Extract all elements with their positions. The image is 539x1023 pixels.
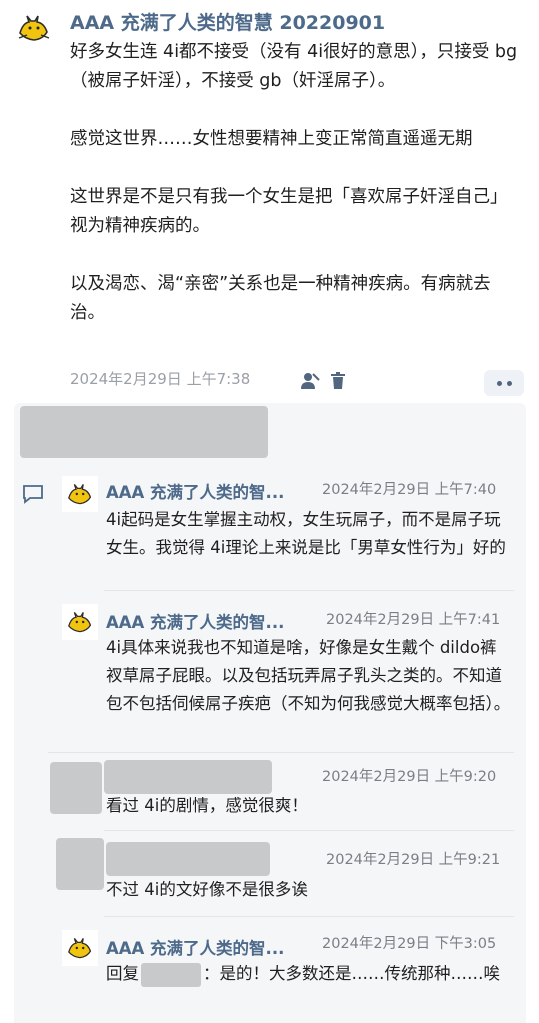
redacted-author (104, 760, 272, 794)
cat-avatar-icon (68, 484, 92, 505)
redacted-avatar (56, 838, 104, 890)
post-body: 好多女生连 4i都不接受（没有 4i很好的意思），只接受 bg（被屌子奸淫），不… (70, 38, 520, 357)
comment-time: 2024年2月29日 上午7:40 (322, 482, 497, 498)
reply-text: ：是的！大多数还是……传统那种……唉 (203, 964, 500, 983)
comment-time: 2024年2月29日 上午7:41 (326, 612, 501, 628)
comment-text: 4i具体来说我也不知道是啥，好像是女生戴个 dildo裤衩草屌子屁眼。以及包括玩… (106, 638, 511, 713)
comment-text: 看过 4i的剧情，感觉很爽！ (106, 796, 308, 815)
user-icon[interactable] (300, 372, 320, 390)
comment-time: 2024年2月29日 上午9:20 (322, 769, 497, 785)
post-actions (300, 372, 346, 390)
avatar[interactable] (62, 930, 98, 966)
trash-icon[interactable] (330, 372, 346, 390)
divider (48, 752, 514, 753)
post-paragraph: 以及渴恋、渴“亲密”关系也是一种精神疾病。有病就去治。 (70, 274, 491, 323)
comment-time: 2024年2月29日 下午3:05 (322, 936, 497, 952)
avatar[interactable] (16, 10, 52, 46)
comment-text: 4i起码是女生掌握主动权，女生玩屌子，而不是屌子玩女生。我觉得 4i理论上来说是… (106, 510, 506, 557)
redacted-avatar (50, 762, 102, 814)
post-paragraph: 好多女生连 4i都不接受（没有 4i很好的意思），只接受 bg（被屌子奸淫），不… (70, 42, 518, 91)
redacted-block (20, 406, 268, 458)
comment-text: 回复 ：是的！大多数还是……传统那种……唉 (106, 960, 511, 988)
avatar[interactable] (62, 476, 98, 512)
divider (104, 590, 514, 591)
divider (104, 830, 514, 831)
cat-avatar-icon (68, 612, 92, 633)
redacted-username (141, 962, 201, 987)
comment-icon[interactable] (22, 484, 44, 504)
cat-avatar-icon (18, 15, 50, 41)
comment-author[interactable]: AAA 充满了人类的智... (106, 609, 284, 633)
avatar[interactable] (62, 604, 98, 640)
comment-author[interactable]: AAA 充满了人类的智... (106, 479, 284, 503)
post-timestamp: 2024年2月29日 上午7:38 (70, 370, 251, 388)
comment-text: 不过 4i的文好像不是很多诶 (106, 880, 308, 899)
reply-prefix: 回复 (106, 964, 139, 983)
post-paragraph: 感觉这世界……女性想要精神上变正常简直遥遥无期 (70, 129, 473, 149)
more-icon[interactable] (484, 370, 524, 396)
comment-time: 2024年2月29日 上午9:21 (326, 852, 501, 868)
post-title[interactable]: AAA 充满了人类的智慧 20220901 (70, 8, 385, 35)
divider (104, 916, 514, 917)
redacted-author (106, 842, 270, 876)
cat-avatar-icon (68, 938, 92, 959)
comment-author[interactable]: AAA 充满了人类的智... (106, 935, 284, 959)
post-paragraph: 这世界是不是只有我一个女生是把「喜欢屌子奸淫自己」视为精神疾病的。 (70, 187, 508, 236)
